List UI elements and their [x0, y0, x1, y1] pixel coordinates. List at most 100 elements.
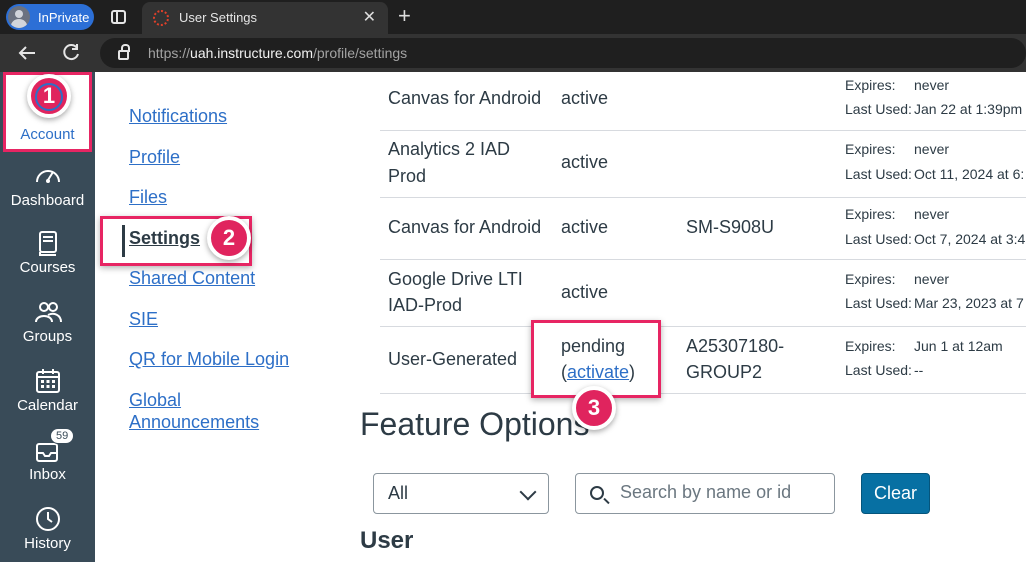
- token-status: active: [561, 152, 609, 172]
- token-last-used: Last Used: --: [845, 358, 923, 382]
- table-row-divider: [380, 326, 1026, 327]
- expires-label: Expires:: [845, 141, 896, 157]
- section-nav-sie[interactable]: SIE: [129, 309, 158, 330]
- inbox-unread-badge: 59: [50, 428, 75, 444]
- token-expires: Expires: never: [845, 267, 949, 291]
- table-row-divider: [380, 197, 1026, 198]
- last-used-value: Oct 7, 2024 at 3:4: [914, 231, 1026, 247]
- url-field[interactable]: https://uah.instructure.com/profile/sett…: [100, 38, 1026, 68]
- expires-label: Expires:: [845, 206, 896, 222]
- expires-value: never: [914, 206, 950, 222]
- tab-title: User Settings: [179, 10, 258, 25]
- url-path: /profile/settings: [312, 45, 408, 61]
- token-last-used: Last Used: Oct 11, 2024 at 6:: [845, 162, 1024, 186]
- browser-tab-bar: InPrivate User Settings ✕ +: [0, 0, 1026, 34]
- table-row-divider: [380, 130, 1026, 131]
- token-expires: Expires: never: [845, 202, 949, 226]
- global-nav-courses-label: Courses: [19, 259, 76, 276]
- last-used-label: Last Used:: [845, 295, 912, 311]
- global-nav-calendar[interactable]: Calendar: [0, 367, 95, 414]
- expires-label: Expires:: [845, 338, 896, 354]
- last-used-value: Jan 22 at 1:39pm: [914, 101, 1023, 117]
- expires-value: never: [914, 271, 950, 287]
- reload-icon[interactable]: [60, 42, 82, 64]
- inprivate-profile-button[interactable]: InPrivate: [6, 4, 94, 30]
- section-nav-settings[interactable]: Settings: [129, 228, 200, 249]
- app-name: Analytics 2 IAD: [388, 139, 511, 159]
- token-expires: Expires: never: [845, 137, 949, 161]
- token-status: pending: [561, 336, 626, 356]
- feature-filter-select[interactable]: All: [373, 473, 549, 514]
- step-3-marker: 3: [572, 386, 616, 430]
- last-used-value: Oct 11, 2024 at 6:: [914, 166, 1025, 182]
- global-nav: Account Dashboard Courses Groups Calenda…: [0, 72, 95, 562]
- feature-filter-value: All: [388, 483, 409, 503]
- expires-value: Jun 1 at 12am: [914, 338, 1003, 354]
- inprivate-label: InPrivate: [38, 9, 90, 25]
- canvas-favicon: [153, 10, 169, 26]
- last-used-label: Last Used:: [845, 362, 912, 378]
- global-nav-history-label: History: [24, 535, 71, 552]
- token-last-used: Last Used: Mar 23, 2023 at 7: [845, 291, 1024, 315]
- token-status: active: [561, 88, 609, 108]
- section-nav-global[interactable]: Global: [129, 390, 181, 411]
- token-device-line2: GROUP2: [686, 362, 763, 382]
- table-row-divider: [380, 393, 1026, 394]
- global-nav-courses[interactable]: Courses: [0, 229, 95, 276]
- section-nav-notifications[interactable]: Notifications: [129, 106, 227, 127]
- last-used-label: Last Used:: [845, 231, 912, 247]
- browser-address-bar: https://uah.instructure.com/profile/sett…: [0, 34, 1026, 72]
- tab-close-icon[interactable]: ✕: [363, 7, 376, 27]
- global-nav-groups[interactable]: Groups: [0, 298, 95, 345]
- expires-label: Expires:: [845, 271, 896, 287]
- profile-avatar-icon: [8, 6, 30, 28]
- user-circle-icon: [35, 83, 63, 111]
- clear-button[interactable]: Clear: [861, 473, 930, 514]
- app-name: Canvas for Android: [388, 88, 542, 108]
- global-nav-inbox[interactable]: 59 Inbox: [0, 428, 95, 483]
- section-nav-profile[interactable]: Profile: [129, 147, 180, 168]
- app-name: Canvas for Android: [388, 217, 542, 237]
- last-used-value: --: [914, 362, 924, 378]
- calendar-icon: [35, 369, 60, 393]
- new-tab-button[interactable]: +: [398, 3, 411, 29]
- token-last-used: Last Used: Oct 7, 2024 at 3:4: [845, 227, 1025, 251]
- global-nav-history[interactable]: History: [0, 505, 95, 552]
- app-name: Google Drive LTI: [388, 269, 523, 289]
- back-arrow-icon[interactable]: [16, 42, 38, 64]
- lock-icon[interactable]: [118, 44, 130, 60]
- activate-wrapper: (activate): [561, 359, 635, 385]
- token-expires: Expires: never: [845, 73, 949, 97]
- token-expires: Expires: Jun 1 at 12am: [845, 334, 1003, 358]
- speedometer-icon: [35, 170, 60, 183]
- section-nav-announcements[interactable]: Announcements: [129, 412, 259, 433]
- active-section-indicator: [122, 225, 125, 257]
- browser-tab-user-settings[interactable]: User Settings ✕: [142, 2, 388, 34]
- feature-search-field[interactable]: [575, 473, 835, 514]
- global-nav-account-label: Account: [20, 126, 75, 143]
- url-host: uah.instructure.com: [190, 45, 313, 61]
- expires-value: never: [914, 141, 950, 157]
- section-nav-shared-content[interactable]: Shared Content: [129, 268, 255, 289]
- expires-label: Expires:: [845, 77, 896, 93]
- tab-actions-icon[interactable]: [111, 10, 126, 24]
- feature-search-input[interactable]: [620, 482, 826, 503]
- user-features-heading: User: [360, 527, 414, 554]
- section-nav-files[interactable]: Files: [129, 187, 167, 208]
- expires-value: never: [914, 77, 950, 93]
- global-nav-dashboard-label: Dashboard: [10, 192, 85, 209]
- book-icon: [38, 231, 57, 256]
- search-icon: [590, 486, 604, 500]
- chevron-down-icon: [519, 483, 537, 501]
- last-used-label: Last Used:: [845, 101, 912, 117]
- section-nav-qr-mobile-login[interactable]: QR for Mobile Login: [129, 349, 289, 370]
- token-status: active: [561, 217, 609, 237]
- people-icon: [34, 302, 62, 323]
- clock-icon: [35, 507, 60, 531]
- activate-link[interactable]: activate: [567, 362, 629, 382]
- global-nav-dashboard[interactable]: Dashboard: [0, 162, 95, 209]
- app-name: User-Generated: [388, 349, 518, 369]
- token-last-used: Last Used: Jan 22 at 1:39pm: [845, 97, 1022, 121]
- token-device: SM-S908U: [686, 217, 775, 237]
- last-used-label: Last Used:: [845, 166, 912, 182]
